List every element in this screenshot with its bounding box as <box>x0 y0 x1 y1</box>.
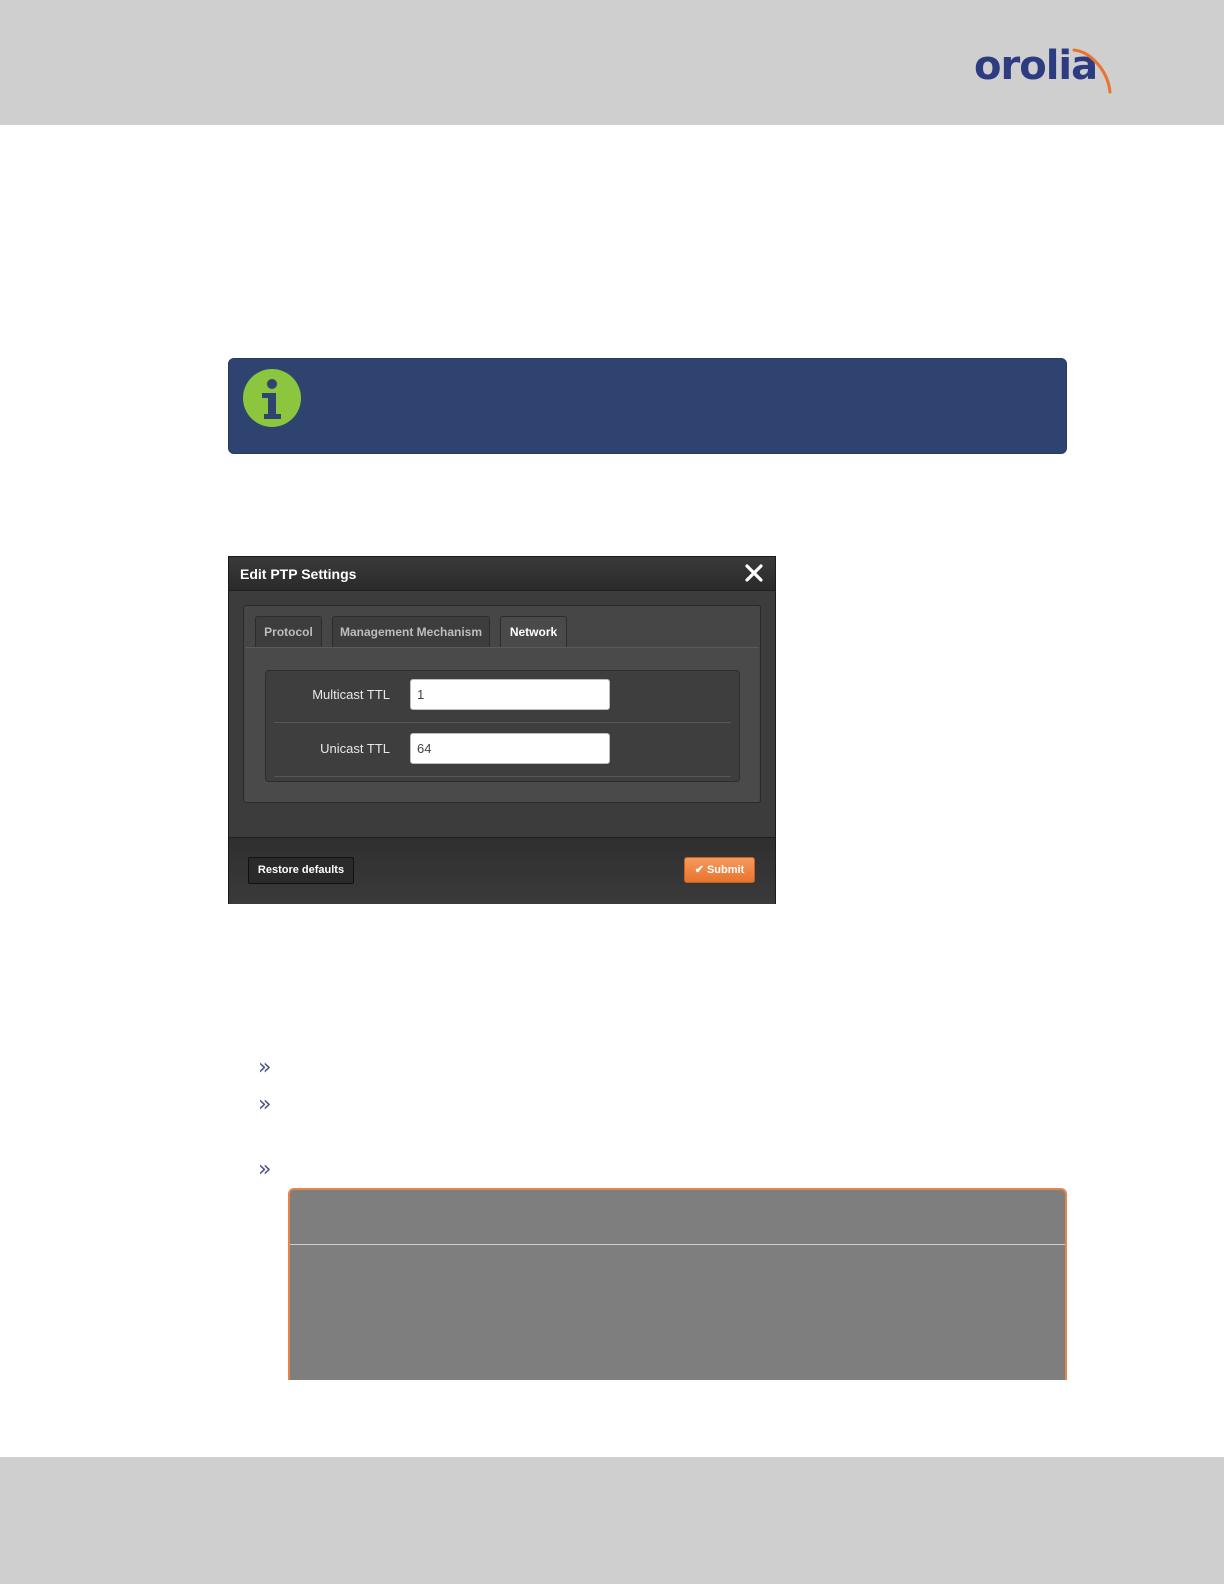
info-icon <box>243 369 301 427</box>
submit-label: Submit <box>706 864 745 876</box>
caution-box <box>288 1188 1067 1380</box>
network-tab-panel: Multicast TTL Unicast TTL <box>245 647 759 802</box>
close-icon[interactable] <box>744 563 764 583</box>
dialog-body: Protocol Management Mechanism Network Mu… <box>243 605 761 803</box>
dialog-title: Edit PTP Settings <box>240 566 357 582</box>
dialog-footer: Restore defaults ✔ Submit <box>229 837 775 904</box>
unicast-ttl-label: Unicast TTL <box>320 741 390 756</box>
multicast-ttl-input[interactable] <box>410 679 610 710</box>
double-chevron-right-icon: » <box>258 1157 272 1182</box>
double-chevron-right-icon: » <box>258 1092 272 1117</box>
submit-button[interactable]: ✔ Submit <box>684 857 755 883</box>
multicast-ttl-row: Multicast TTL <box>274 671 731 723</box>
unicast-ttl-row: Unicast TTL <box>274 725 731 777</box>
caution-box-divider <box>290 1244 1065 1245</box>
orolia-logo: orolia <box>974 38 1124 98</box>
unicast-ttl-input[interactable] <box>410 733 610 764</box>
multicast-ttl-label: Multicast TTL <box>312 687 390 702</box>
edit-ptp-settings-dialog: Edit PTP Settings Protocol Management Me… <box>228 556 776 904</box>
double-chevron-right-icon: » <box>258 1055 272 1080</box>
page-footer-band <box>0 1457 1224 1584</box>
network-fieldset: Multicast TTL Unicast TTL <box>265 670 740 782</box>
tab-network[interactable]: Network <box>500 616 567 648</box>
dialog-titlebar: Edit PTP Settings <box>229 557 775 591</box>
restore-defaults-button[interactable]: Restore defaults <box>248 857 354 884</box>
check-icon: ✔ <box>694 864 704 876</box>
page-header-band: orolia <box>0 0 1224 125</box>
logo-swoosh-icon <box>1072 48 1112 94</box>
info-note-box <box>228 358 1067 454</box>
tab-protocol[interactable]: Protocol <box>255 616 322 647</box>
tab-management-mechanism[interactable]: Management Mechanism <box>332 616 490 647</box>
